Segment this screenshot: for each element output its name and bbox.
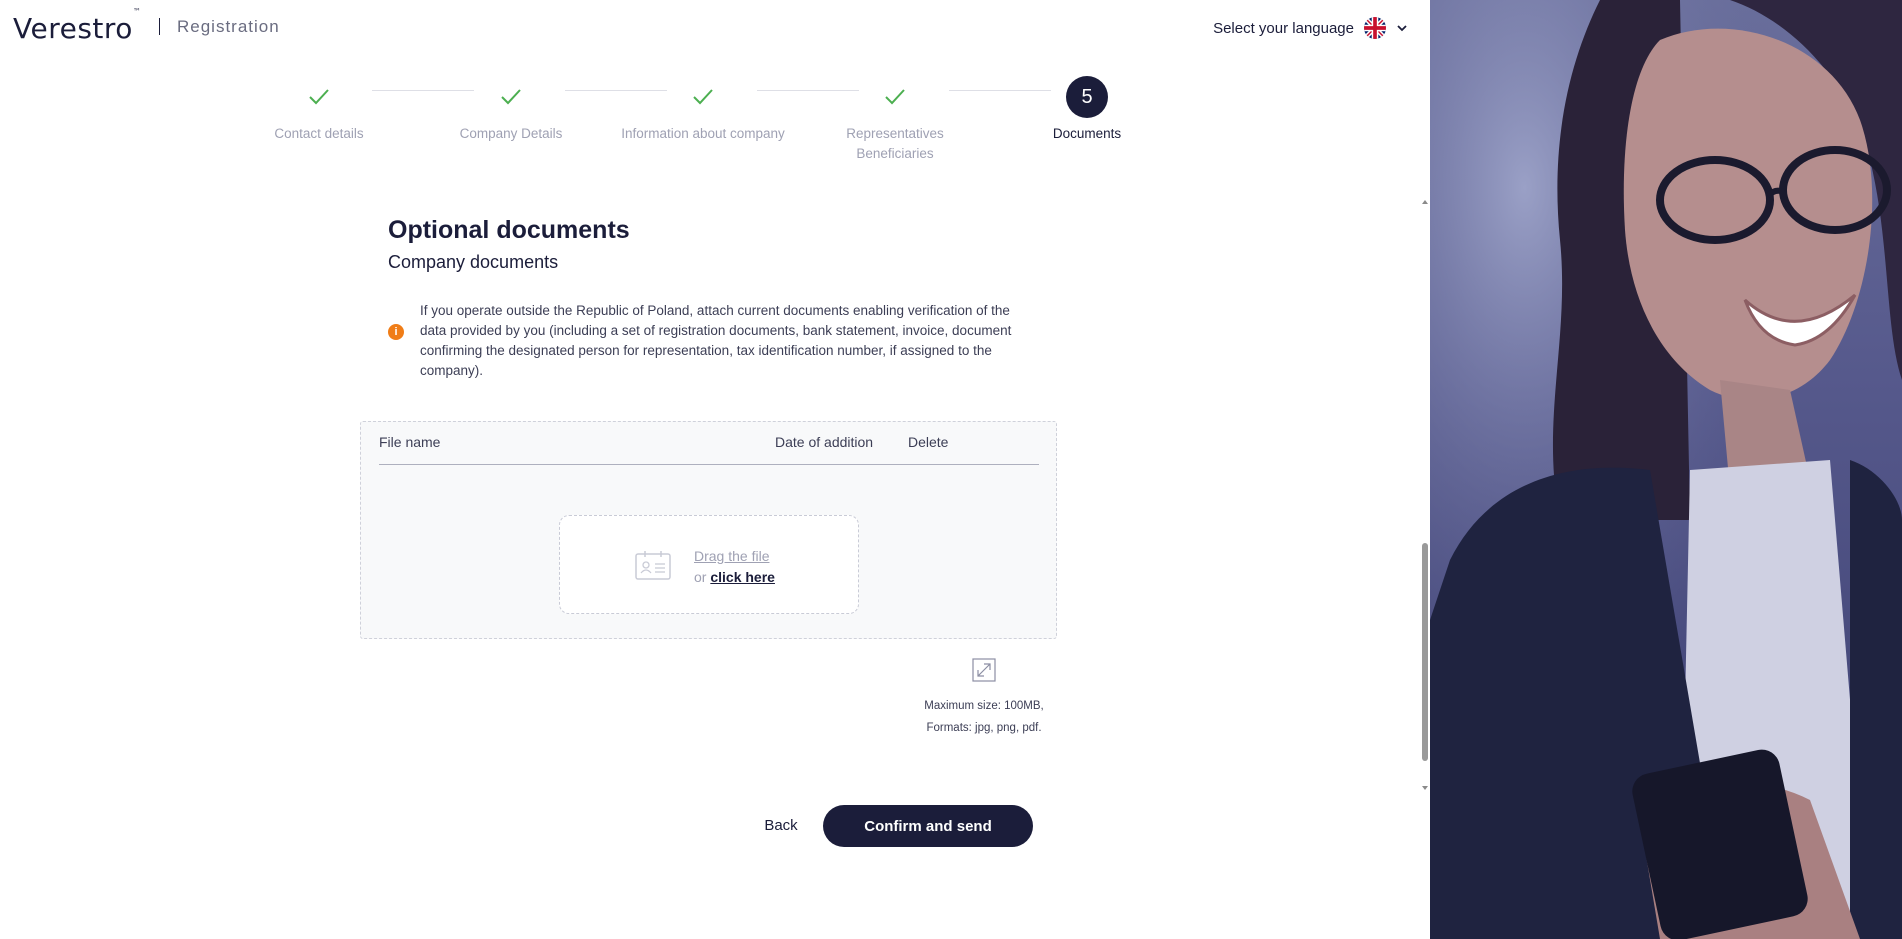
- drag-file-text: Drag the file: [694, 548, 770, 564]
- step-label: Contact details: [274, 126, 364, 141]
- scroll-down-arrow-icon[interactable]: [1422, 786, 1428, 790]
- app-title: Registration: [177, 17, 280, 36]
- scroll-up-arrow-icon[interactable]: [1422, 200, 1428, 204]
- table-header-divider: [379, 464, 1039, 465]
- page-scrollbar[interactable]: [1420, 200, 1430, 790]
- documents-upload-area: File name Date of addition Delete Drag t…: [360, 421, 1057, 639]
- expand-icon[interactable]: [972, 658, 996, 682]
- column-header-delete: Delete: [908, 434, 949, 450]
- header-divider: [159, 18, 160, 35]
- woman-with-phone-illustration: [1430, 0, 1902, 939]
- logo-text: Verestro: [13, 12, 133, 45]
- chevron-down-icon: [1397, 25, 1407, 32]
- step-label: Company Details: [459, 126, 563, 141]
- registration-stepper: Contact details Company Details Informat…: [260, 74, 1140, 174]
- click-here-link[interactable]: click here: [710, 569, 775, 585]
- hero-photo: [1430, 0, 1902, 939]
- step-representatives-beneficiaries[interactable]: Representatives Beneficiaries: [805, 74, 985, 164]
- info-icon: i: [388, 324, 404, 340]
- step-number-badge: 5: [1066, 76, 1108, 118]
- step-label: Information about company: [621, 126, 785, 141]
- step-documents[interactable]: 5 Documents: [997, 74, 1177, 144]
- page-title: Optional documents: [388, 216, 630, 244]
- max-size-text: Maximum size: 100MB,: [924, 700, 1044, 712]
- formats-text: Formats: jpg, png, pdf.: [926, 722, 1042, 734]
- header: Verestro™ Registration Select your langu…: [0, 0, 1430, 56]
- or-text: or: [694, 569, 707, 585]
- step-label: Documents: [1052, 126, 1122, 141]
- step-information-about-company[interactable]: Information about company: [613, 74, 793, 144]
- file-dropzone[interactable]: Drag the file or click here: [559, 515, 859, 614]
- verestro-logo[interactable]: Verestro™: [13, 7, 141, 45]
- document-card-icon: [635, 551, 671, 580]
- dropzone-text: Drag the file or click here: [694, 546, 775, 588]
- language-label: Select your language: [1213, 19, 1354, 37]
- column-header-file-name: File name: [379, 434, 441, 450]
- scroll-thumb[interactable]: [1422, 543, 1428, 761]
- upload-limits: Maximum size: 100MB, Formats: jpg, png, …: [910, 695, 1058, 739]
- check-icon: [309, 89, 329, 105]
- step-label: Representatives Beneficiaries: [846, 126, 944, 161]
- logo-trademark: ™: [132, 6, 142, 16]
- section-subtitle: Company documents: [388, 252, 559, 272]
- uk-flag-icon: [1364, 17, 1386, 39]
- back-button[interactable]: Back: [756, 805, 806, 845]
- check-icon: [501, 89, 521, 105]
- check-icon: [885, 89, 905, 105]
- check-icon: [693, 89, 713, 105]
- language-selector[interactable]: Select your language: [1213, 17, 1408, 39]
- step-contact-details[interactable]: Contact details: [229, 74, 409, 144]
- step-company-details[interactable]: Company Details: [421, 74, 601, 144]
- column-header-date-of-addition: Date of addition: [775, 434, 874, 450]
- confirm-and-send-button[interactable]: Confirm and send: [823, 805, 1033, 847]
- info-message: If you operate outside the Republic of P…: [420, 303, 1012, 378]
